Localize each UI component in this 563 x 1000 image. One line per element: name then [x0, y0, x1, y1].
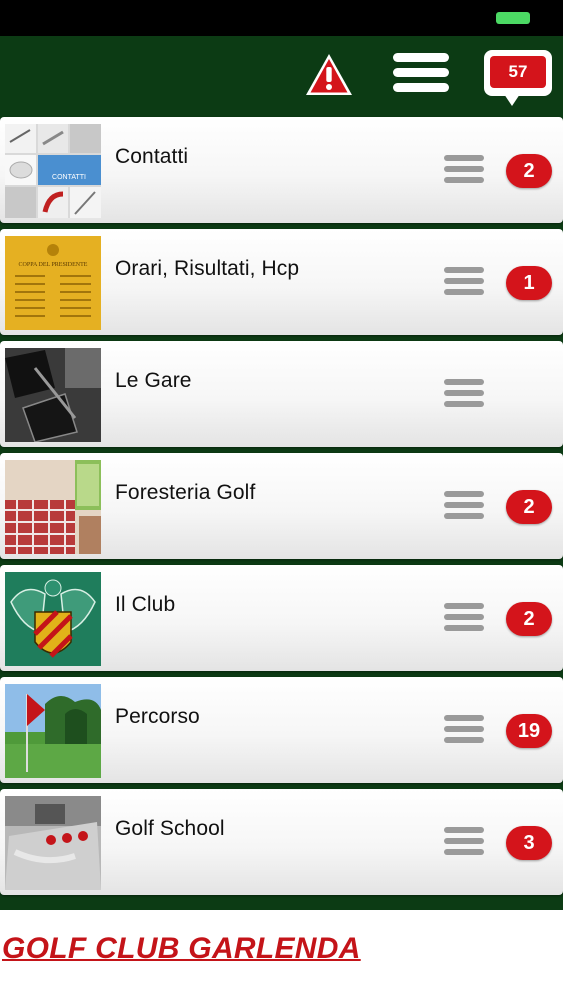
count-badge: 2: [506, 154, 552, 188]
menu-list: CONTATTI Contatti 2 COPPA DEL PRESIDENTE: [0, 115, 563, 910]
list-item-label: Percorso: [115, 705, 200, 728]
count-badge: 2: [506, 490, 552, 524]
percorso-thumbnail: [5, 684, 101, 778]
battery-icon: [496, 12, 530, 24]
list-item-le-gare[interactable]: Le Gare: [0, 341, 563, 447]
club-thumbnail: [5, 572, 101, 666]
count-badge: 2: [506, 602, 552, 636]
svg-text:COPPA DEL PRESIDENTE: COPPA DEL PRESIDENTE: [19, 262, 88, 268]
reorder-handle-icon[interactable]: [444, 491, 484, 521]
status-bar: [0, 0, 563, 36]
list-item-label: Foresteria Golf: [115, 481, 256, 504]
list-item-label: Contatti: [115, 145, 189, 168]
reorder-handle-icon[interactable]: [444, 379, 484, 409]
list-item-foresteria[interactable]: Foresteria Golf 2: [0, 453, 563, 559]
count-badge: 1: [506, 266, 552, 300]
list-item-label: Le Gare: [115, 369, 192, 392]
list-item-label: Golf School: [115, 817, 225, 840]
svg-text:CONTATTI: CONTATTI: [52, 174, 86, 181]
club-name-link[interactable]: GOLF CLUB GARLENDA: [2, 932, 361, 966]
list-item-label: Il Club: [115, 593, 176, 616]
count-badge: 3: [506, 826, 552, 860]
messages-count: 57: [490, 56, 546, 88]
warning-triangle-icon[interactable]: [304, 52, 354, 98]
foresteria-thumbnail: [5, 460, 101, 554]
app-header: 57: [0, 36, 563, 115]
list-item-golf-school[interactable]: Golf School 3: [0, 789, 563, 895]
list-item-percorso[interactable]: Percorso 19: [0, 677, 563, 783]
contatti-thumbnail: CONTATTI: [5, 124, 101, 218]
footer: GOLF CLUB GARLENDA: [0, 910, 563, 1000]
hamburger-menu-icon[interactable]: [393, 53, 449, 97]
reorder-handle-icon[interactable]: [444, 827, 484, 857]
coppa-thumbnail: COPPA DEL PRESIDENTE: [5, 236, 101, 330]
list-item-label: Orari, Risultati, Hcp: [115, 257, 300, 280]
list-item-contatti[interactable]: CONTATTI Contatti 2: [0, 117, 563, 223]
reorder-handle-icon[interactable]: [444, 715, 484, 745]
reorder-handle-icon[interactable]: [444, 267, 484, 297]
gare-thumbnail: [5, 348, 101, 442]
list-item-orari[interactable]: COPPA DEL PRESIDENTE Orari, Risultati, H…: [0, 229, 563, 335]
reorder-handle-icon[interactable]: [444, 155, 484, 185]
count-badge: 19: [506, 714, 552, 748]
list-item-il-club[interactable]: Il Club 2: [0, 565, 563, 671]
reorder-handle-icon[interactable]: [444, 603, 484, 633]
school-thumbnail: [5, 796, 101, 890]
messages-button[interactable]: 57: [484, 50, 552, 108]
